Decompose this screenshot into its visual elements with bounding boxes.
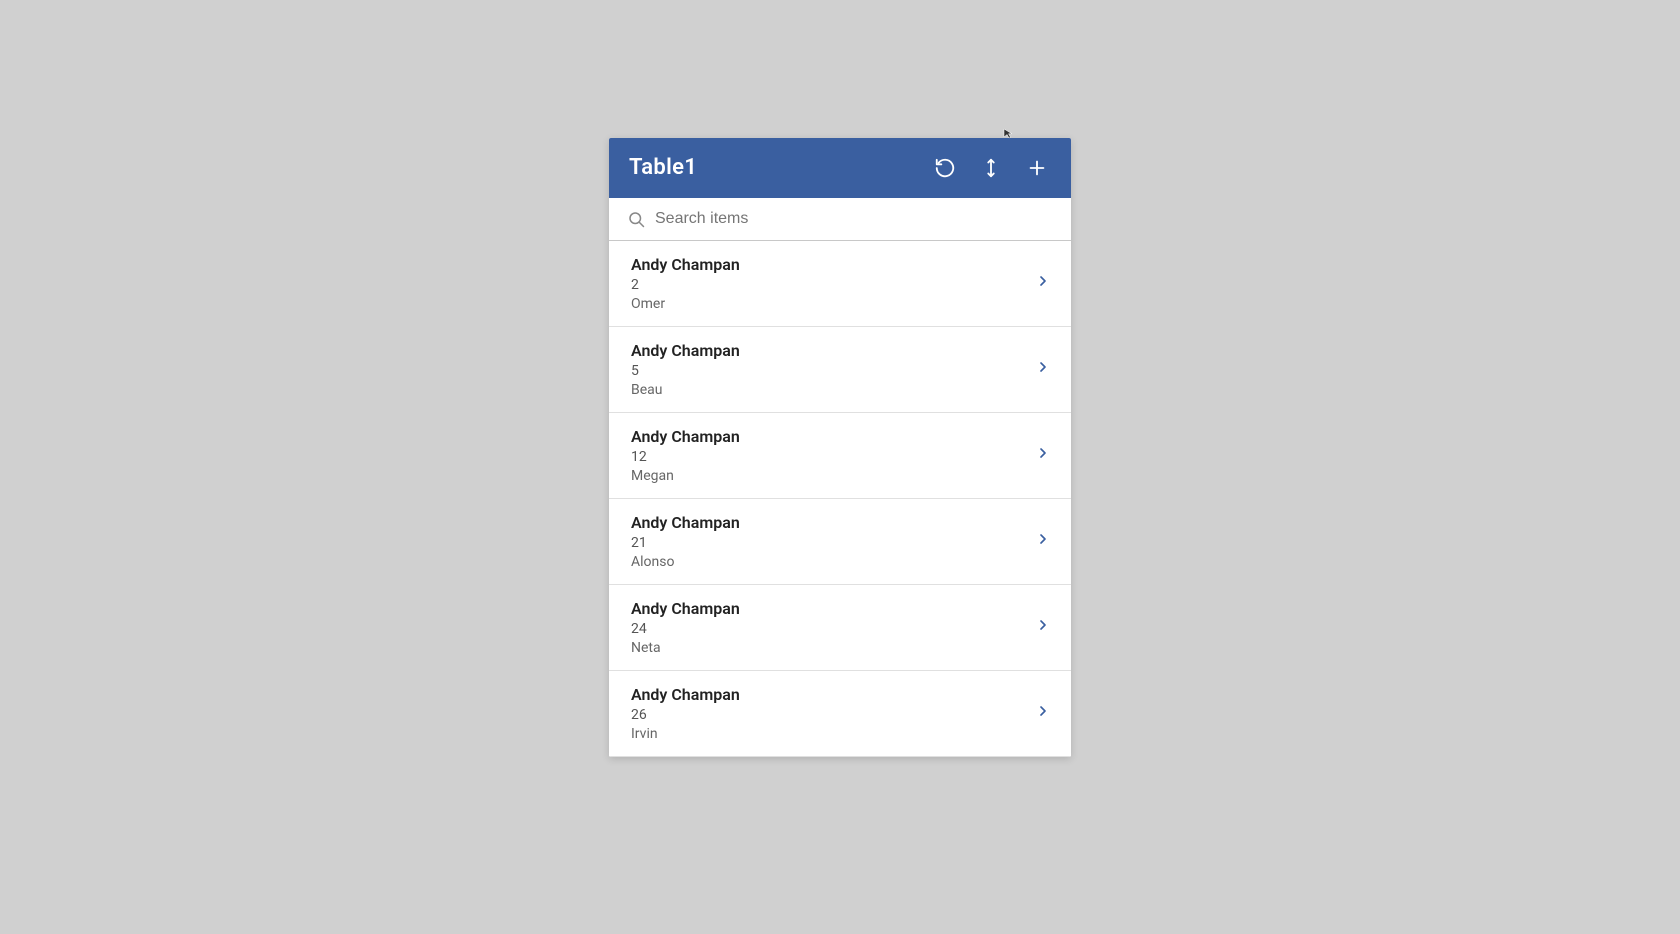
list-container: Andy Champan 2 Omer Andy Champan 5 Beau … [609,241,1071,757]
header-actions [931,154,1051,182]
chevron-right-icon [1035,273,1051,294]
item-content: Andy Champan 21 Alonso [631,513,740,570]
item-sub: Irvin [631,726,740,742]
search-input[interactable] [655,210,1053,228]
search-icon [627,210,645,228]
item-number: 5 [631,363,740,379]
list-item[interactable]: Andy Champan 21 Alonso [609,499,1071,585]
item-number: 21 [631,535,740,551]
sort-icon [980,157,1002,179]
list-item[interactable]: Andy Champan 2 Omer [609,241,1071,327]
item-content: Andy Champan 2 Omer [631,255,740,312]
add-button[interactable] [1023,154,1051,182]
item-name: Andy Champan [631,341,740,360]
item-sub: Alonso [631,554,740,570]
chevron-right-icon [1035,703,1051,724]
item-number: 12 [631,449,740,465]
list-item[interactable]: Andy Champan 24 Neta [609,585,1071,671]
item-name: Andy Champan [631,255,740,274]
header: Table1 [609,138,1071,198]
chevron-right-icon [1035,531,1051,552]
chevron-right-icon [1035,359,1051,380]
search-bar [609,198,1071,241]
item-content: Andy Champan 26 Irvin [631,685,740,742]
chevron-right-icon [1035,617,1051,638]
item-name: Andy Champan [631,685,740,704]
refresh-icon [934,157,956,179]
item-name: Andy Champan [631,599,740,618]
refresh-button[interactable] [931,154,959,182]
item-name: Andy Champan [631,427,740,446]
item-number: 2 [631,277,740,293]
item-sub: Neta [631,640,740,656]
item-sub: Omer [631,296,740,312]
chevron-right-icon [1035,445,1051,466]
sort-button[interactable] [977,154,1005,182]
item-sub: Beau [631,382,740,398]
header-title: Table1 [629,155,697,180]
item-content: Andy Champan 12 Megan [631,427,740,484]
list-item[interactable]: Andy Champan 26 Irvin [609,671,1071,757]
list-item[interactable]: Andy Champan 5 Beau [609,327,1071,413]
item-content: Andy Champan 24 Neta [631,599,740,656]
item-name: Andy Champan [631,513,740,532]
item-number: 24 [631,621,740,637]
item-sub: Megan [631,468,740,484]
list-item[interactable]: Andy Champan 12 Megan [609,413,1071,499]
add-icon [1026,157,1048,179]
app-container: Table1 [609,138,1071,757]
item-number: 26 [631,707,740,723]
item-content: Andy Champan 5 Beau [631,341,740,398]
